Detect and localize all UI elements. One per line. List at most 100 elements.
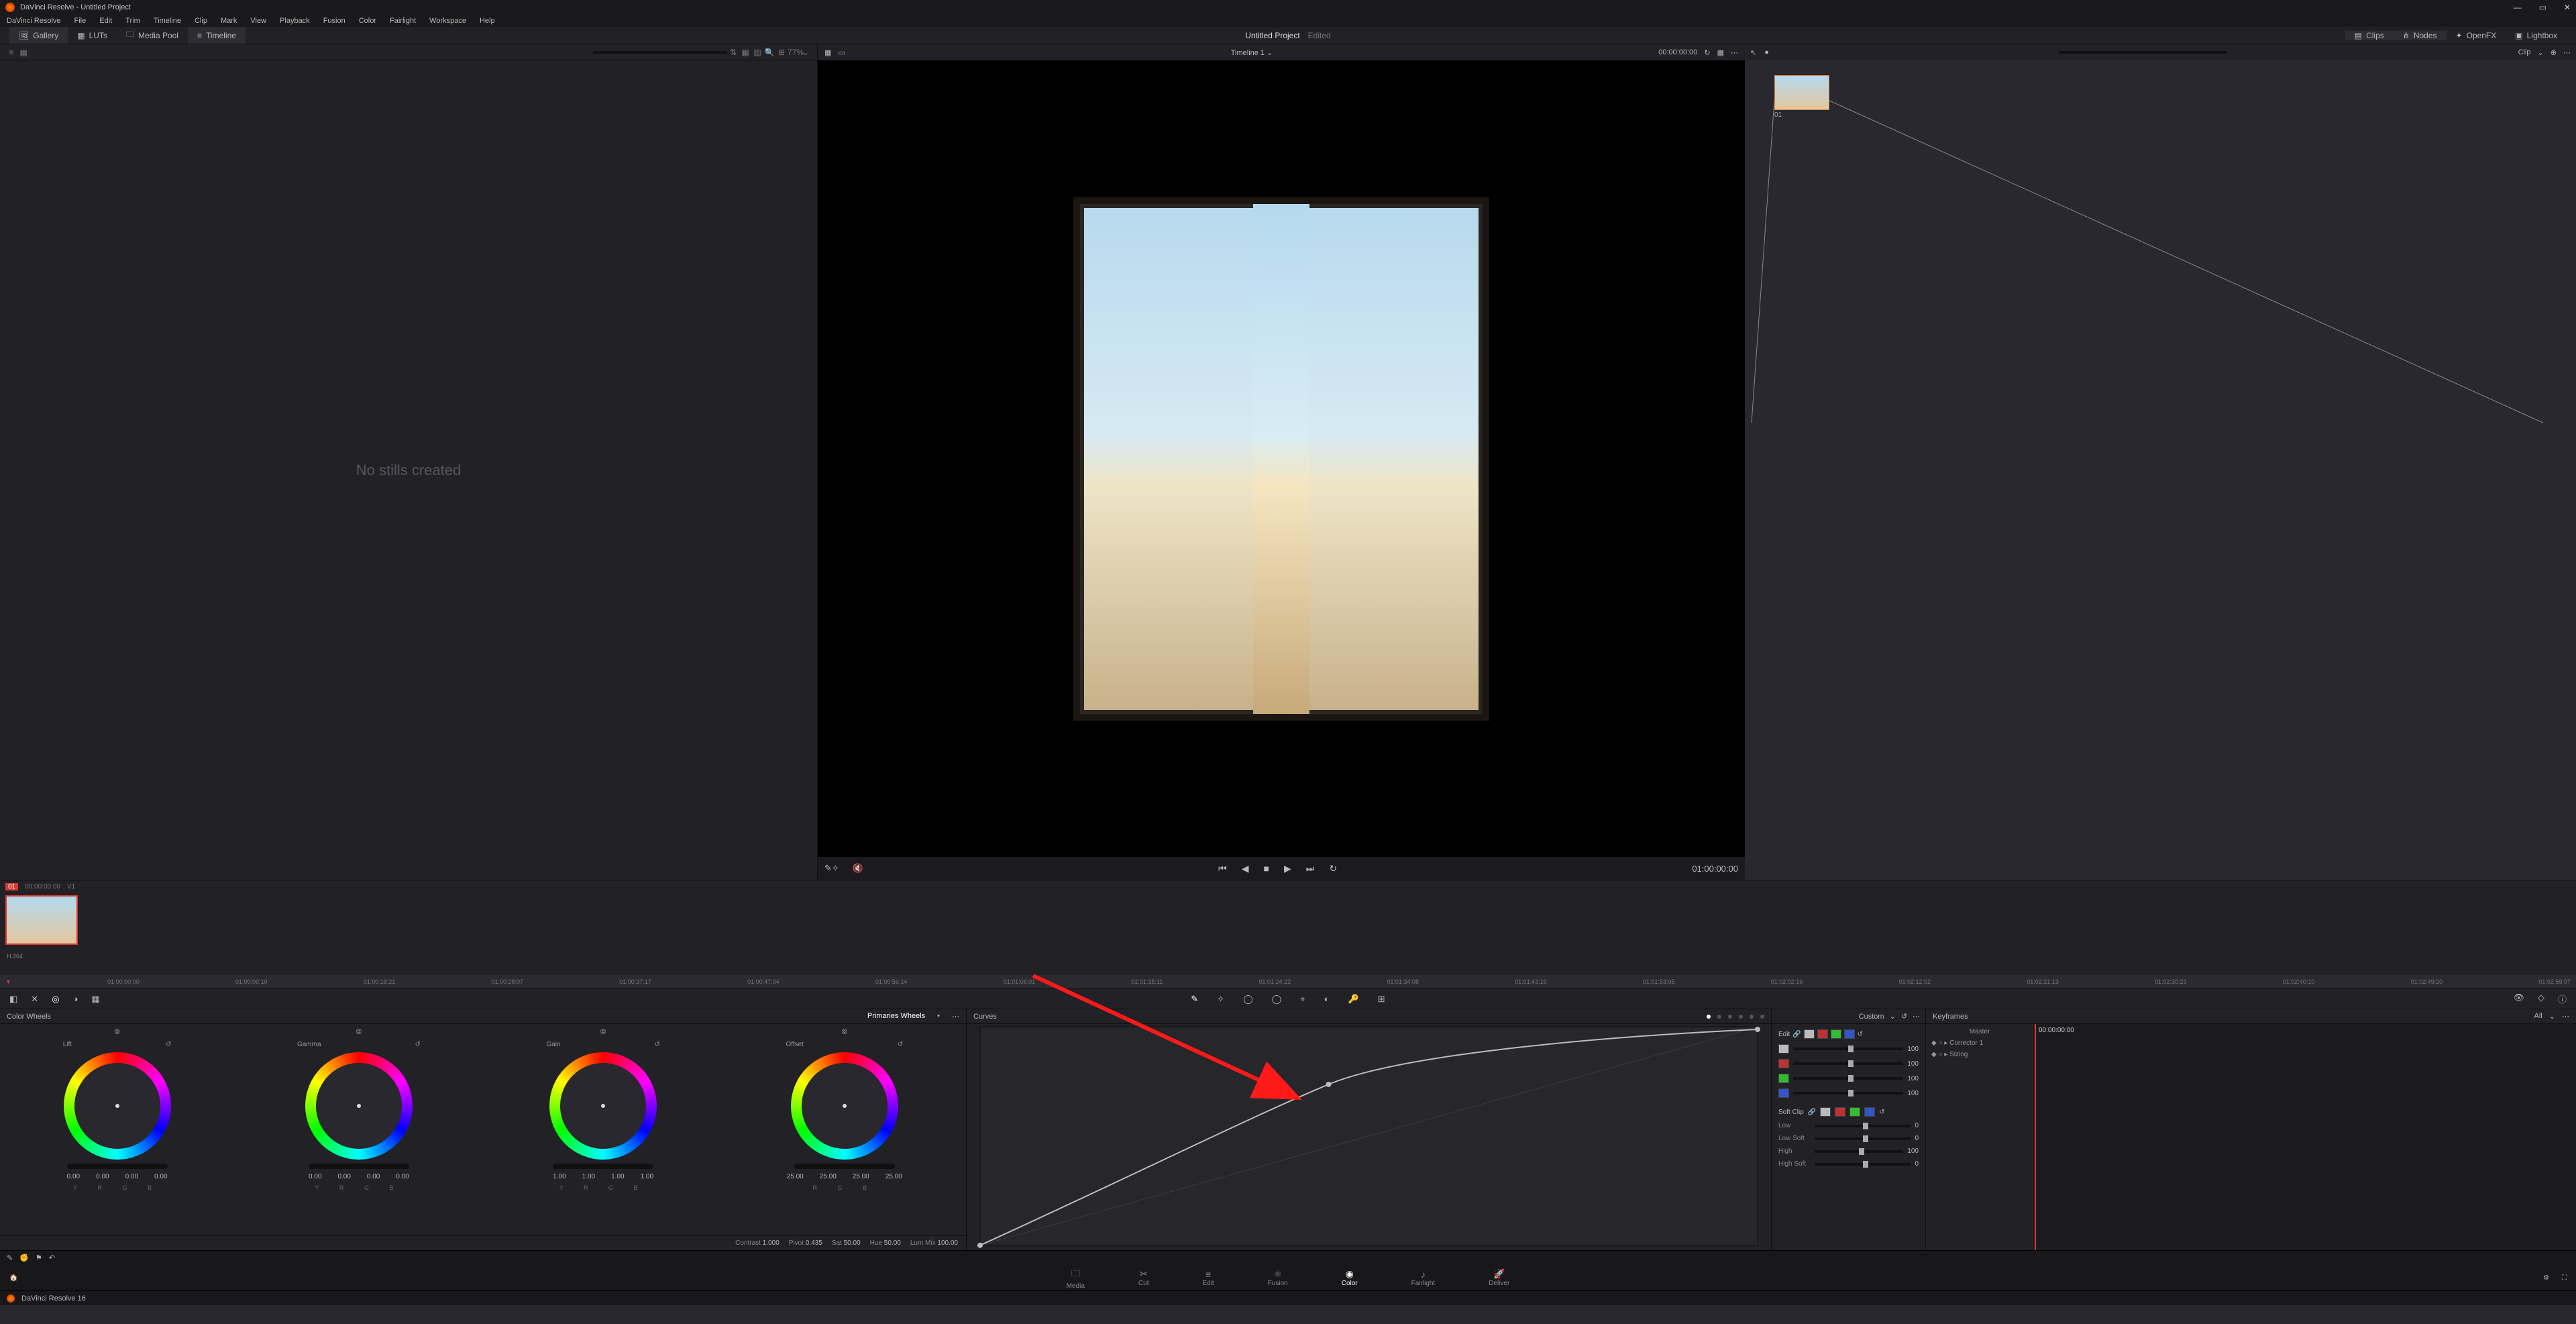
kf-corrector[interactable]: Corrector 1 (1949, 1039, 1983, 1047)
step-back-icon[interactable]: ◀ (1242, 863, 1249, 874)
footer-pivot[interactable]: Pivot 0.435 (789, 1239, 822, 1247)
kf-panel-icon[interactable]: ◇ (2538, 992, 2544, 1005)
node-add-icon[interactable]: ⊕ (2551, 48, 2557, 57)
low-slider[interactable] (1815, 1125, 1911, 1127)
node-point-icon[interactable]: ● (1764, 48, 1769, 57)
play-icon[interactable]: ▶ (1284, 863, 1291, 874)
keyframe-lane[interactable]: 00:00:00:00 (2033, 1024, 2576, 1250)
gallery-slider[interactable] (593, 51, 727, 54)
menu-playback[interactable]: Playback (280, 17, 310, 25)
key-icon[interactable]: 🔑 (1348, 994, 1359, 1005)
wheels-mode-icon[interactable]: ⋯ (952, 1012, 959, 1021)
gallery-grid-icon[interactable]: ▦ (17, 48, 30, 57)
menu-trim[interactable]: Trim (125, 17, 140, 25)
dots-icon[interactable]: ⋯ (2562, 1012, 2569, 1021)
link-icon[interactable]: 🔗 (1792, 1031, 1801, 1038)
undo-icon[interactable]: ↶ (49, 1254, 55, 1262)
reset-icon[interactable]: ↺ (898, 1041, 903, 1048)
footer-contrast[interactable]: Contrast 1.000 (735, 1239, 780, 1247)
curve-editor[interactable] (967, 1024, 1771, 1250)
viewer-dots-icon[interactable]: ⋯ (1731, 48, 1738, 57)
viewer-timeline-name[interactable]: Timeline 1 (1231, 49, 1265, 57)
toolbar-lightbox[interactable]: ▣Lightbox (2506, 31, 2567, 40)
size-icon[interactable]: ⊞ (1378, 994, 1385, 1005)
footer-sat[interactable]: Sat 50.00 (832, 1239, 861, 1247)
menu-fairlight[interactable]: Fairlight (390, 17, 416, 25)
menu-mark[interactable]: Mark (221, 17, 237, 25)
warper-icon[interactable]: ✧ (1217, 994, 1224, 1005)
master-slider[interactable] (67, 1164, 168, 1169)
menu-workspace[interactable]: Workspace (429, 17, 466, 25)
wand-icon[interactable]: ✎ (7, 1254, 13, 1262)
color-match-icon[interactable]: ✕ (31, 994, 38, 1005)
highsoft-slider[interactable] (1815, 1163, 1911, 1166)
wand-icon[interactable]: ✧ (832, 863, 839, 874)
link-icon[interactable]: 🔗 (1808, 1109, 1816, 1116)
menu-timeline[interactable]: Timeline (154, 17, 181, 25)
nodes-clip-label[interactable]: Clip (2518, 48, 2531, 56)
master-slider[interactable] (553, 1164, 653, 1169)
qualifier-icon[interactable]: ✎ (824, 863, 832, 874)
node-select-icon[interactable]: ↖ (1750, 48, 1756, 57)
toolbar-luts[interactable]: ▦LUTs (68, 27, 117, 44)
swatch-r[interactable] (1817, 1029, 1828, 1039)
master-slider[interactable] (309, 1164, 409, 1169)
jump-start-icon[interactable]: ⏮ (1218, 863, 1227, 874)
curve-mode-dot[interactable] (1739, 1015, 1743, 1019)
scopes-icon[interactable]: 👁 (2513, 992, 2524, 1005)
page-edit[interactable]: ≡Edit (1202, 1269, 1214, 1287)
wheel-picker-icon[interactable]: ⦾ (114, 1028, 120, 1037)
footer-lum-mix[interactable]: Lum Mix 100.00 (910, 1239, 958, 1247)
tracking-icon[interactable]: ⌖ (1300, 994, 1305, 1005)
kf-round-icon[interactable]: ○ (1938, 1051, 1942, 1058)
curve-mode-dot[interactable] (1707, 1015, 1711, 1019)
menu-app[interactable]: DaVinci Resolve (7, 17, 61, 25)
kf-all[interactable]: All (2534, 1012, 2542, 1021)
toolbar-timeline[interactable]: ≡Timeline (188, 27, 246, 44)
sc-g[interactable] (1849, 1107, 1860, 1117)
tab-primaries[interactable]: Primaries Wheels (867, 1012, 925, 1021)
chevron-down-icon[interactable]: ⌄ (1267, 49, 1273, 57)
viewer-refresh-icon[interactable]: ↻ (1704, 48, 1710, 57)
chevron-down-icon[interactable]: ⌄ (2549, 1012, 2555, 1021)
viewer-fit-icon[interactable]: ▭ (838, 48, 845, 57)
kf-master[interactable]: Master (1970, 1028, 1990, 1035)
toolbar-media[interactable]: 🗀Media Pool (117, 27, 188, 44)
menu-help[interactable]: Help (480, 17, 495, 25)
clip-thumbnail[interactable] (5, 895, 78, 945)
reset-icon[interactable]: ↺ (166, 1041, 171, 1048)
grid1-icon[interactable]: ▦ (739, 48, 751, 57)
sc-y[interactable] (1820, 1107, 1831, 1117)
dot-y[interactable] (1778, 1044, 1789, 1054)
sc-b[interactable] (1864, 1107, 1875, 1117)
node-dots-icon[interactable]: ⋯ (2563, 48, 2571, 57)
rgb-mixer-icon[interactable]: ◑ (73, 994, 78, 1005)
color-wheel[interactable] (305, 1052, 413, 1160)
maximize-icon[interactable]: ▭ (2539, 3, 2546, 12)
project-settings-icon[interactable]: ⚙ (2543, 1274, 2549, 1282)
kf-round-icon[interactable]: ○ (1938, 1039, 1942, 1047)
page-media[interactable]: 🗀Media (1067, 1266, 1085, 1290)
dot-icon[interactable]: • (937, 1012, 940, 1021)
motion-icon[interactable]: ▦ (91, 994, 99, 1005)
toolbar-openfx[interactable]: ✦OpenFX (2447, 31, 2506, 40)
playhead-marker[interactable]: ▼ (5, 978, 11, 985)
grid2-icon[interactable]: ▥ (751, 48, 763, 57)
search-icon[interactable]: 🔍 (763, 48, 775, 57)
wheel-picker-icon[interactable]: ⦾ (356, 1028, 362, 1037)
intensity-g-slider[interactable] (1793, 1077, 1903, 1080)
page-fairlight[interactable]: ♪Fairlight (1411, 1269, 1436, 1287)
sc-r[interactable] (1835, 1107, 1845, 1117)
page-deliver[interactable]: 🚀Deliver (1489, 1268, 1509, 1287)
high-slider[interactable] (1815, 1150, 1903, 1153)
intensity-r-slider[interactable] (1793, 1062, 1903, 1065)
wheel-picker-icon[interactable]: ⦾ (841, 1028, 847, 1037)
curve-mode-dot[interactable] (1760, 1015, 1764, 1019)
close-icon[interactable]: ✕ (2564, 3, 2571, 12)
footer-hue[interactable]: Hue 50.00 (870, 1239, 901, 1247)
minimize-icon[interactable]: — (2514, 3, 2522, 12)
intensity-b-slider[interactable] (1793, 1092, 1903, 1094)
swatch-b[interactable] (1844, 1029, 1855, 1039)
chevron-down-icon[interactable]: ⌄ (1890, 1012, 1896, 1021)
kf-sizing[interactable]: Sizing (1949, 1051, 1968, 1058)
